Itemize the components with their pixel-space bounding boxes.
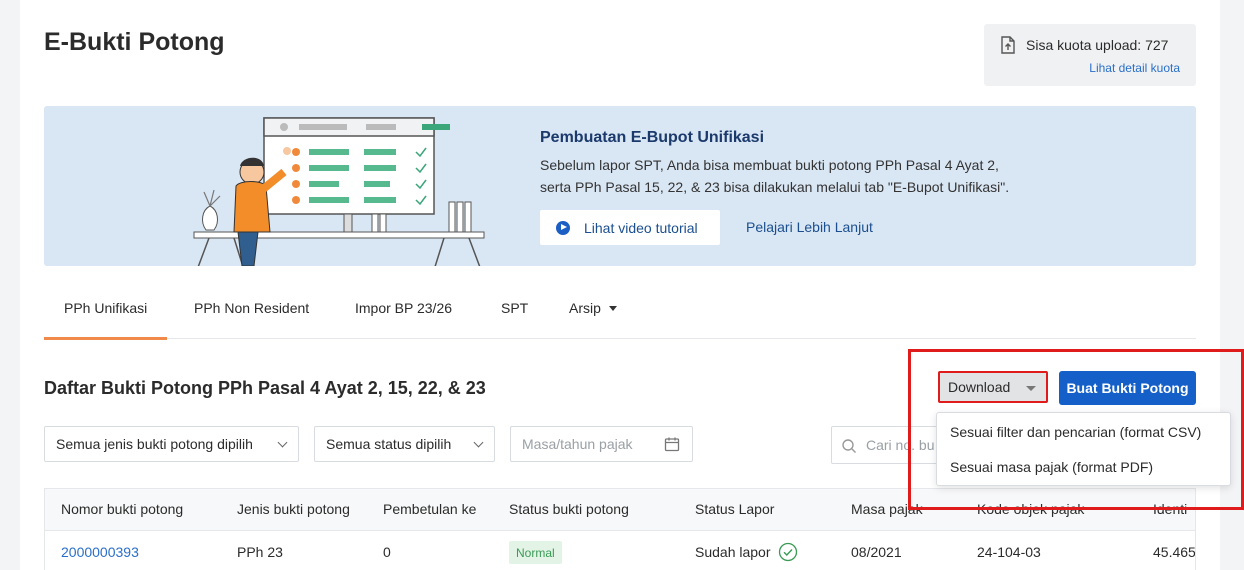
search-input[interactable]: Cari no. bu [831,426,951,464]
tab-pph-unifikasi[interactable]: PPh Unifikasi [43,287,168,340]
tab-arsip[interactable]: Arsip [569,287,617,339]
video-tutorial-label: Lihat video tutorial [584,219,698,236]
nomor-bukti-link[interactable]: 2000000393 [61,544,139,560]
chevron-down-icon [473,437,484,448]
masa-cell: 08/2021 [851,544,902,560]
banner-description-line: Sebelum lapor SPT, Anda bisa membuat buk… [540,157,999,173]
download-pdf-option[interactable]: Sesuai masa pajak (format PDF) [950,459,1153,475]
banner-description: Sebelum lapor SPT, Anda bisa membuat buk… [540,154,1060,198]
period-placeholder: Masa/tahun pajak [522,436,633,452]
status-badge: Normal [509,541,562,564]
banner-description-line: serta PPh Pasal 15, 22, & 23 bisa dilaku… [540,179,1010,195]
caret-down-icon [1026,386,1036,391]
type-filter-select[interactable]: Semua jenis bukti potong dipilih [44,426,299,462]
video-tutorial-button[interactable]: Lihat video tutorial [540,210,720,245]
column-header: Status bukti potong [509,501,629,517]
quota-card: Sisa kuota upload: 727 Lihat detail kuot… [984,24,1196,86]
learn-more-link[interactable]: Pelajari Lebih Lanjut [746,219,873,235]
quota-detail-link[interactable]: Lihat detail kuota [1089,61,1180,75]
check-circle-icon [779,542,798,561]
tab-label: SPT [501,300,529,316]
type-filter-value: Semua jenis bukti potong dipilih [56,436,253,452]
quota-label: Sisa kuota upload: 727 [1026,37,1169,53]
column-header: Jenis bukti potong [237,501,350,517]
status-filter-select[interactable]: Semua status dipilih [314,426,495,462]
tab-bar: PPh Unifikasi PPh Non Resident Impor BP … [43,287,1196,340]
column-header: Masa pajak [851,501,923,517]
status-filter-value: Semua status dipilih [326,436,452,452]
column-header: Kode objek pajak [977,501,1085,517]
jenis-cell: PPh 23 [237,544,283,560]
lapor-label: Sudah lapor [695,544,771,560]
section-title: Daftar Bukti Potong PPh Pasal 4 Ayat 2, … [44,378,486,398]
calendar-icon[interactable] [664,436,680,455]
column-header: Status Lapor [695,501,775,517]
download-label: Download [948,379,1011,395]
chevron-down-icon [277,437,288,448]
tab-impor-bp[interactable]: Impor BP 23/26 [355,287,452,339]
column-header: Identi [1153,501,1188,517]
tab-spt[interactable]: SPT [501,287,528,339]
lapor-cell: Sudah lapor [695,542,798,562]
tab-label: Impor BP 23/26 [355,300,453,316]
page-title: E-Bukti Potong [44,28,225,56]
period-input[interactable]: Masa/tahun pajak [510,426,693,462]
column-header: Nomor bukti potong [61,501,184,517]
play-icon [556,220,570,235]
download-button[interactable]: Download [938,371,1048,403]
download-csv-option[interactable]: Sesuai filter dan pencarian (format CSV) [950,424,1201,440]
bukti-potong-table: Nomor bukti potong Jenis bukti potong Pe… [44,488,1196,570]
banner-illustration [193,117,485,266]
identitas-cell: 45.465 [1153,544,1196,560]
tab-label: Arsip [569,300,601,316]
search-icon [842,439,856,453]
tab-label: PPh Non Resident [194,300,310,316]
tab-label: PPh Unifikasi [64,300,148,316]
banner-title: Pembuatan E-Bupot Unifikasi [540,129,765,146]
caret-down-icon [608,306,617,311]
table-header: Nomor bukti potong Jenis bukti potong Pe… [45,489,1195,531]
create-bukti-potong-button[interactable]: Buat Bukti Potong [1059,371,1196,405]
tab-pph-non-resident[interactable]: PPh Non Resident [194,287,309,339]
info-banner: Pembuatan E-Bupot Unifikasi Sebelum lapo… [44,106,1196,266]
pembetulan-cell: 0 [383,544,391,560]
kode-cell: 24-104-03 [977,544,1041,560]
column-header: Pembetulan ke [383,501,477,517]
download-menu: Sesuai filter dan pencarian (format CSV)… [936,412,1231,486]
upload-file-icon [1000,36,1016,59]
search-placeholder: Cari no. bu [866,437,935,453]
